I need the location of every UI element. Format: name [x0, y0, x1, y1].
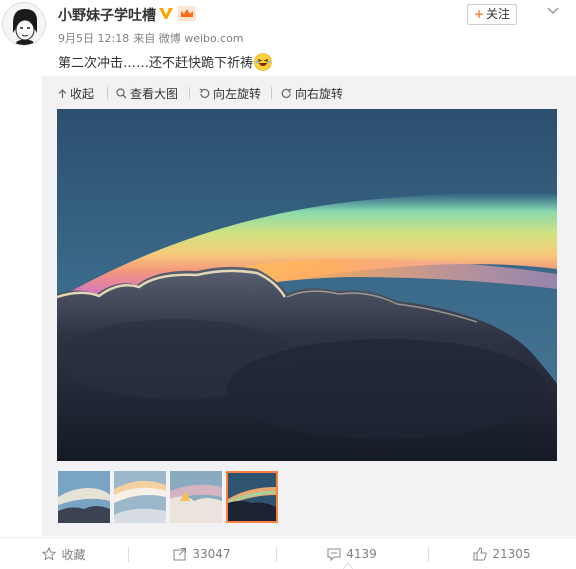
rotate-left-icon — [199, 88, 210, 98]
vip-crown-icon[interactable] — [178, 6, 196, 21]
plus-icon: + — [473, 7, 485, 21]
author-name[interactable]: 小野妹子学吐槽 — [58, 5, 156, 25]
rotate-right-button[interactable]: 向右旋转 — [281, 85, 343, 102]
media-toolbar: 收起 查看大图 向左旋转 向右旋转 — [42, 76, 576, 108]
rotate-right-icon — [281, 88, 292, 98]
post-text: 第二次冲击……还不赶快跪下祈祷 — [58, 52, 272, 71]
collapse-icon — [58, 88, 67, 98]
thumbnail-2[interactable] — [114, 471, 166, 523]
rotate-right-label: 向右旋转 — [295, 87, 344, 101]
toolbar-divider — [189, 87, 190, 99]
thumbnail-4-selected[interactable] — [226, 471, 278, 523]
thumbnail-3[interactable] — [170, 471, 222, 523]
like-count: 21305 — [492, 547, 531, 561]
comment-icon — [327, 548, 341, 561]
comment-count: 4139 — [346, 547, 377, 561]
toolbar-divider — [107, 87, 108, 99]
post-text-content: 第二次冲击……还不赶快跪下祈祷 — [58, 56, 254, 71]
view-large-button[interactable]: 查看大图 — [116, 85, 178, 102]
star-icon — [42, 547, 57, 561]
media-box: 收起 查看大图 向左旋转 向右旋转 — [42, 76, 576, 536]
weibo-post-card: 小野妹子学吐槽 9月5日 12:18 来自 微博 weibo.com + 关注 第二… — [0, 0, 576, 569]
like-button[interactable]: 21305 — [428, 538, 576, 569]
toolbar-divider — [271, 87, 272, 99]
favorite-button[interactable]: 收藏 — [0, 538, 128, 569]
repost-button[interactable]: 33047 — [128, 538, 276, 569]
follow-button[interactable]: + 关注 — [467, 4, 517, 25]
share-icon — [173, 548, 187, 561]
collapse-label: 收起 — [70, 87, 95, 101]
view-large-label: 查看大图 — [130, 87, 179, 101]
avatar[interactable] — [2, 2, 46, 46]
verified-v-icon — [159, 8, 173, 19]
post-source[interactable]: 来自 微博 weibo.com — [133, 32, 243, 45]
repost-count: 33047 — [192, 547, 231, 561]
collapse-button[interactable]: 收起 — [58, 85, 94, 102]
post-meta: 9月5日 12:18 来自 微博 weibo.com — [58, 30, 244, 46]
rotate-left-label: 向左旋转 — [213, 87, 262, 101]
thumbnail-1[interactable] — [58, 471, 110, 523]
post-image[interactable] — [57, 109, 557, 461]
favorite-label: 收藏 — [61, 547, 86, 562]
comment-expanded-caret-icon — [343, 562, 353, 569]
follow-label: 关注 — [486, 7, 511, 21]
search-icon — [116, 88, 127, 99]
rotate-left-button[interactable]: 向左旋转 — [199, 85, 261, 102]
action-bar: 收藏 33047 4139 21305 — [0, 537, 576, 569]
laugh-emoji — [254, 53, 272, 71]
thumbs-up-icon — [473, 547, 488, 561]
dropdown-arrow-icon[interactable] — [546, 6, 560, 16]
post-time[interactable]: 9月5日 12:18 — [58, 32, 129, 45]
